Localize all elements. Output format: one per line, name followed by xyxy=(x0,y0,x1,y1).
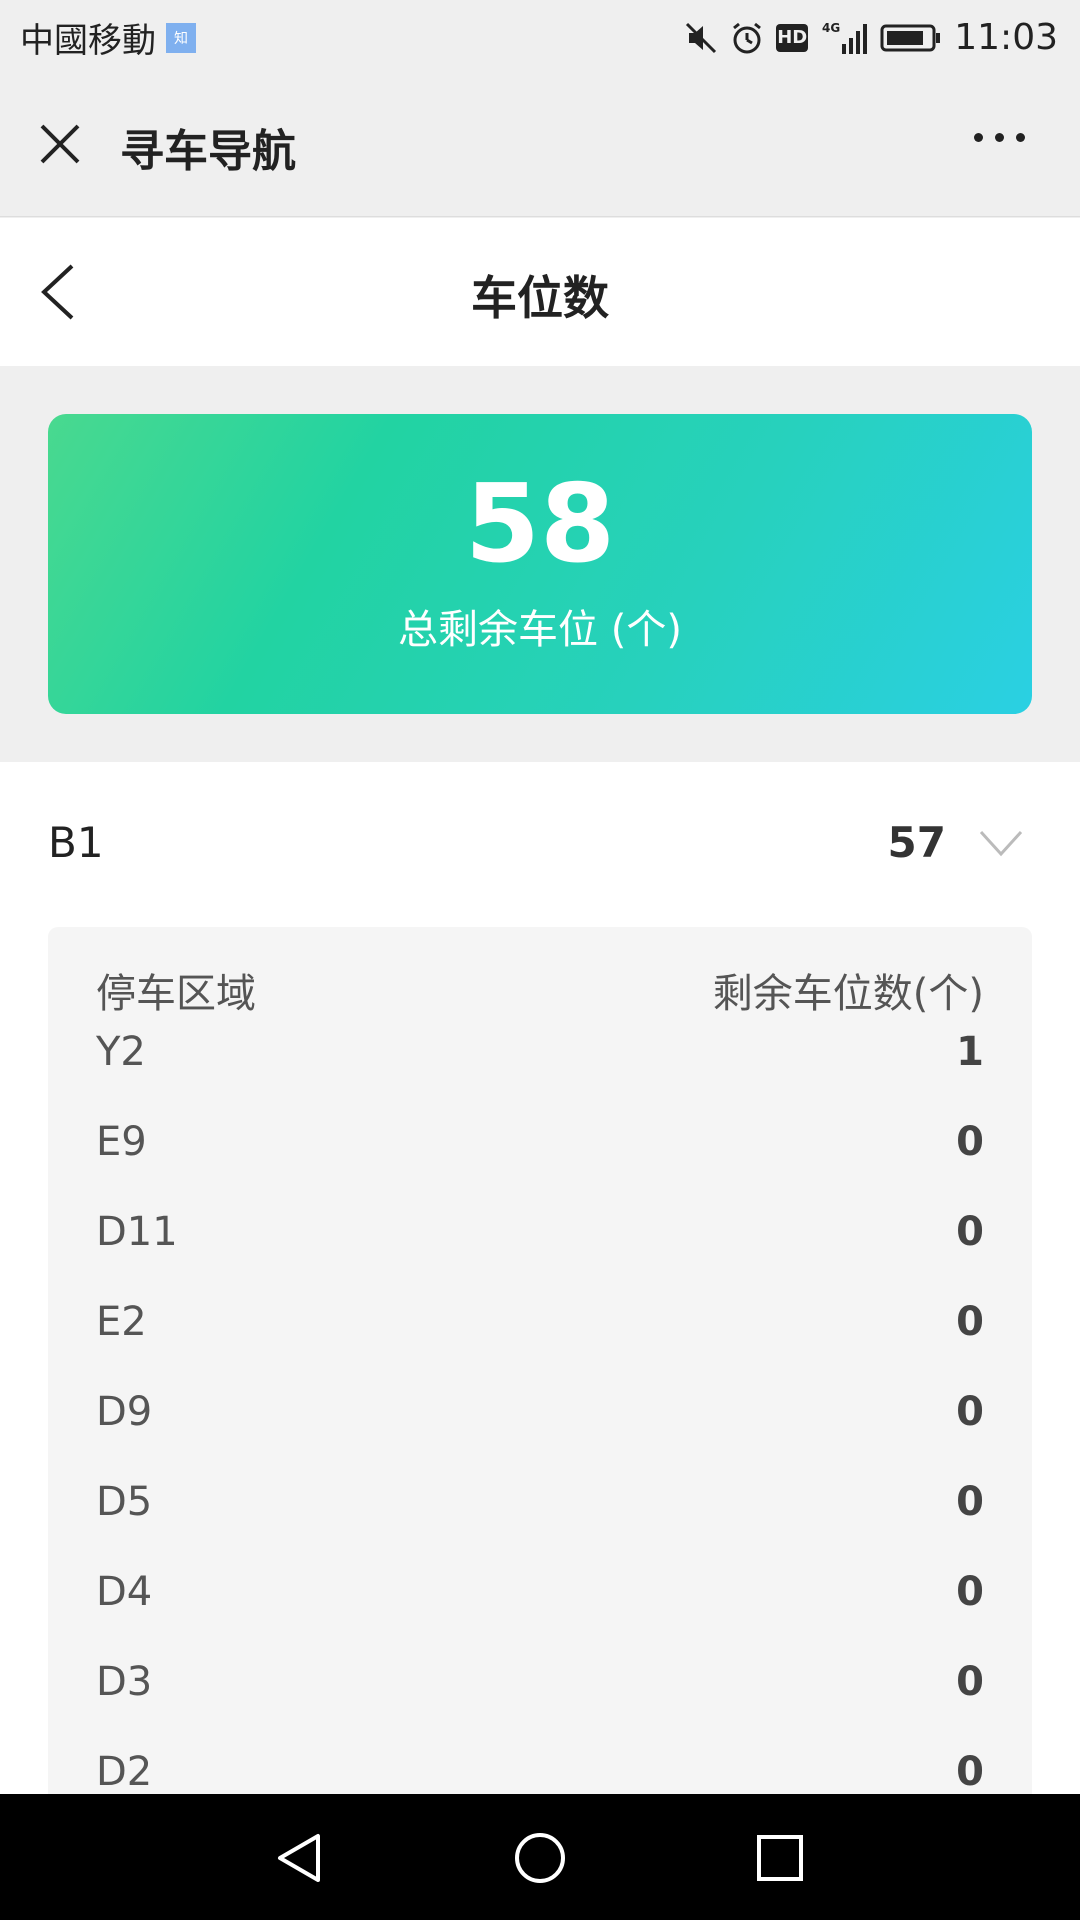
summary-area: 58 总剩余车位 (个) xyxy=(0,366,1080,762)
miniprogram-title: 寻车导航 xyxy=(120,126,296,177)
zone-name: D4 xyxy=(96,1569,153,1615)
total-spaces-label: 总剩余车位 (个) xyxy=(398,607,682,653)
zone-count: 0 xyxy=(956,1749,984,1794)
zone-count: 1 xyxy=(956,1029,984,1075)
table-row: D9 0 xyxy=(48,1367,1032,1457)
chevron-down-icon[interactable] xyxy=(978,828,1024,858)
system-navigation-bar xyxy=(0,1794,1080,1920)
hd-icon: HD xyxy=(776,23,809,52)
zone-name: D5 xyxy=(96,1479,153,1525)
zone-name: Y2 xyxy=(96,1029,146,1075)
more-options-icon[interactable] xyxy=(974,133,1025,142)
zone-count: 0 xyxy=(956,1299,984,1345)
zhihu-notification-icon: 知 xyxy=(166,22,196,53)
floor-section: B1 57 停车区域 剩余车位数(个) Y2 1 E9 0 D11 0 E2 0 xyxy=(0,762,1080,1794)
zone-name: D3 xyxy=(96,1659,153,1705)
zone-count: 0 xyxy=(956,1209,984,1255)
total-spaces-value: 58 xyxy=(464,462,616,587)
more-dot xyxy=(974,133,983,142)
zone-name: E2 xyxy=(96,1299,147,1345)
zone-name: D9 xyxy=(96,1389,153,1435)
zone-table: 停车区域 剩余车位数(个) Y2 1 E9 0 D11 0 E2 0 D9 0 … xyxy=(48,927,1032,1794)
nav-back-icon[interactable] xyxy=(272,1830,328,1886)
floor-name: B1 xyxy=(48,818,104,867)
status-bar: 中國移動 知 HD 4G 11:03 xyxy=(0,0,1080,75)
floor-count: 57 xyxy=(887,818,946,867)
more-dot xyxy=(995,133,1004,142)
battery-icon xyxy=(880,23,942,53)
carrier-label: 中國移動 xyxy=(20,21,156,61)
mute-icon xyxy=(684,21,718,55)
floor-row-b1[interactable]: B1 57 xyxy=(0,762,1080,924)
table-row: D11 0 xyxy=(48,1187,1032,1277)
table-row: D3 0 xyxy=(48,1637,1032,1727)
zone-name: D2 xyxy=(96,1749,153,1794)
zone-count: 0 xyxy=(956,1659,984,1705)
zone-count: 0 xyxy=(956,1569,984,1615)
page-header: 车位数 xyxy=(0,218,1080,366)
zone-count: 0 xyxy=(956,1389,984,1435)
status-right: HD 4G 11:03 xyxy=(684,17,1058,58)
clock-time: 11:03 xyxy=(954,17,1058,58)
zone-name: D11 xyxy=(96,1209,178,1255)
close-icon[interactable] xyxy=(36,120,84,168)
table-row: Y2 1 xyxy=(48,1007,1032,1097)
table-row: D2 0 xyxy=(48,1727,1032,1794)
status-left: 中國移動 知 xyxy=(20,13,196,62)
zone-name: E9 xyxy=(96,1119,147,1165)
signal-icon: 4G xyxy=(820,20,868,56)
table-row: E9 0 xyxy=(48,1097,1032,1187)
miniprogram-bar: 寻车导航 xyxy=(0,75,1080,217)
alarm-icon xyxy=(730,21,764,55)
page-title: 车位数 xyxy=(471,271,609,325)
nav-home-icon[interactable] xyxy=(512,1830,568,1886)
total-spaces-card: 58 总剩余车位 (个) xyxy=(48,414,1032,714)
svg-text:4G: 4G xyxy=(822,21,840,35)
nav-recent-apps-icon[interactable] xyxy=(752,1830,808,1886)
zone-count: 0 xyxy=(956,1479,984,1525)
table-row: D5 0 xyxy=(48,1457,1032,1547)
zone-count: 0 xyxy=(956,1119,984,1165)
more-dot xyxy=(1016,133,1025,142)
table-row: D4 0 xyxy=(48,1547,1032,1637)
table-row: E2 0 xyxy=(48,1277,1032,1367)
